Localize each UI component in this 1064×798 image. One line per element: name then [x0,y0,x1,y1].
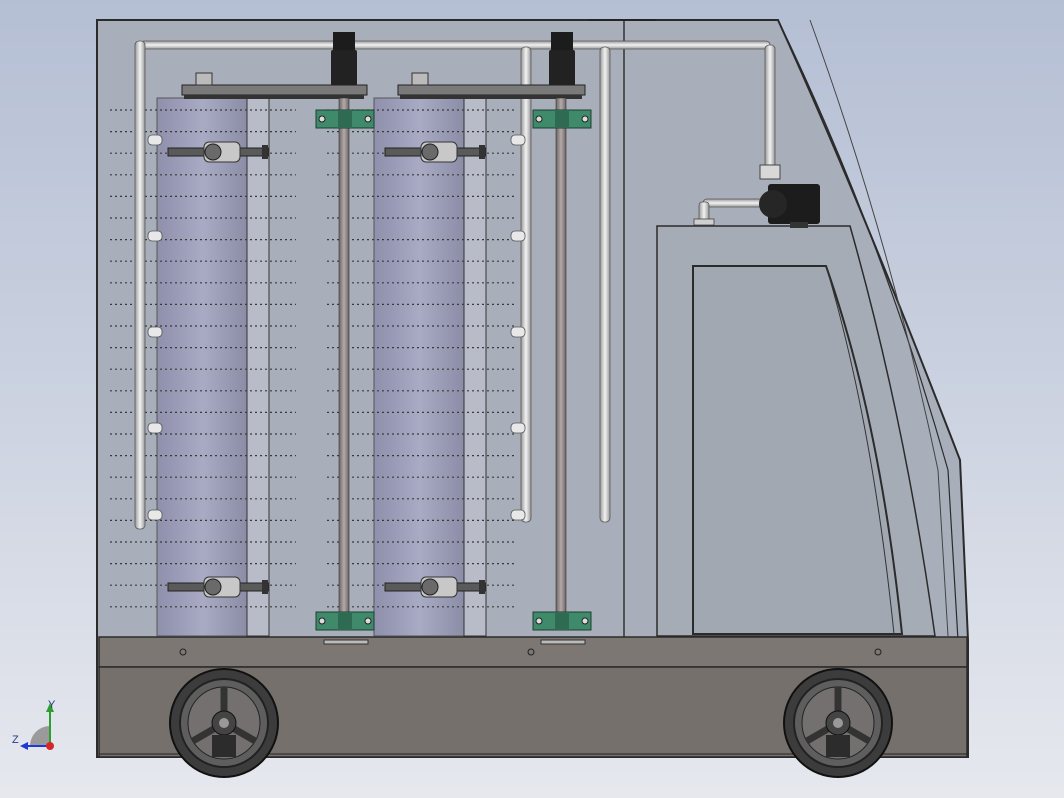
cad-drawing [20,19,969,778]
brush-drum-left [156,97,270,637]
axis-z-label: Z [12,734,19,746]
drive-shaft-left [338,97,350,629]
drive-shaft-right [555,97,567,629]
brush-drum-right [373,97,487,637]
base-plate [98,636,968,668]
axis-y-label: Y [48,699,56,711]
